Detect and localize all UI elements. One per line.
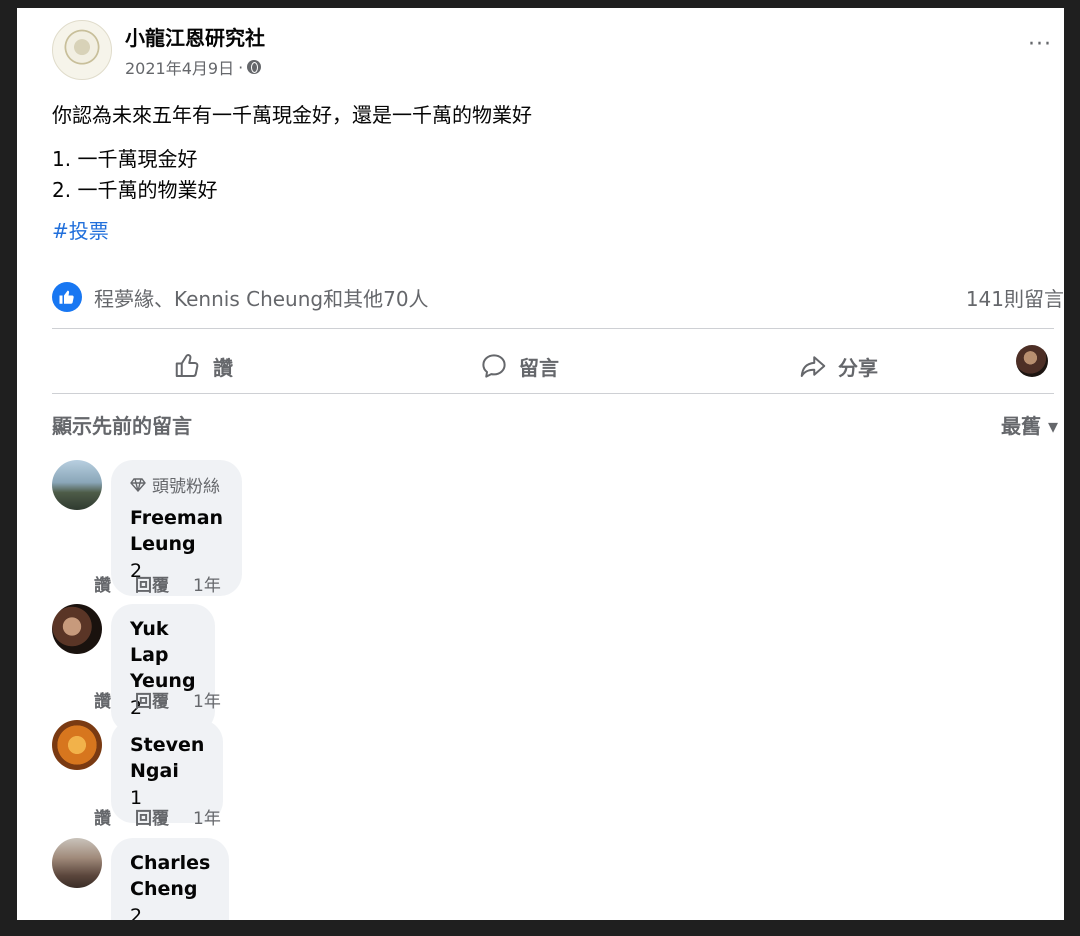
comment-like-link[interactable]: 讚 (94, 687, 111, 712)
comment-reply-link[interactable]: 回覆 (135, 571, 169, 596)
meta-separator: · (238, 57, 244, 77)
page-avatar[interactable] (52, 20, 112, 80)
post-meta: 2021年4月9日 · (125, 55, 262, 79)
comment-actions: 讚 回覆 1年 (94, 571, 221, 596)
share-label: 分享 (838, 355, 878, 380)
comment-like-link[interactable]: 讚 (94, 571, 111, 596)
comment-text: 2 (130, 905, 143, 920)
comment-time[interactable]: 1年 (193, 804, 221, 829)
comment-count[interactable]: 141則留言 (966, 283, 1064, 312)
comment-bubble: Yuk Lap Yeung 2 (111, 604, 215, 733)
divider (52, 393, 1054, 394)
post-body: 你認為未來五年有一千萬現金好，還是一千萬的物業好 (52, 103, 532, 127)
avatar[interactable] (52, 838, 102, 888)
like-reaction-icon (52, 282, 82, 312)
reaction-summary[interactable]: 程夢緣、Kennis Cheung和其他70人 (52, 282, 429, 312)
comment-actions: 讚 回覆 1年 (94, 804, 221, 829)
comment-reply-link[interactable]: 回覆 (135, 687, 169, 712)
commenter-name[interactable]: Yuk Lap Yeung (130, 616, 196, 694)
more-icon[interactable]: ··· (1028, 32, 1052, 57)
badge-label: 頭號粉絲 (152, 477, 220, 497)
post-date[interactable]: 2021年4月9日 (125, 55, 234, 79)
comment-icon (482, 354, 506, 378)
like-button[interactable]: 讚 (173, 344, 233, 388)
comment-like-link[interactable]: 讚 (94, 804, 111, 829)
comment-actions: 讚 回覆 1年 (94, 687, 221, 712)
avatar[interactable] (52, 460, 102, 510)
facebook-post-card: 小龍江恩研究社 2021年4月9日 · ··· 你認為未來五年有一千萬現金好，還… (17, 8, 1064, 920)
thumbs-up-icon (175, 354, 199, 377)
diamond-icon (130, 477, 146, 492)
poll-option-1: 1. 一千萬現金好 (52, 147, 198, 171)
divider (52, 328, 1054, 329)
commenter-name[interactable]: Freeman Leung (130, 505, 223, 557)
commenter-name[interactable]: Charles Cheng (130, 850, 210, 902)
hashtag-link[interactable]: #投票 (52, 215, 109, 244)
commenter-name[interactable]: Steven Ngai (130, 732, 204, 784)
bottom-frame (17, 920, 1064, 936)
comment-time[interactable]: 1年 (193, 571, 221, 596)
top-fan-badge[interactable]: 頭號粉絲 (130, 472, 223, 497)
globe-icon (247, 60, 262, 74)
comment-button[interactable]: 留言 (479, 344, 559, 388)
share-icon (800, 356, 826, 377)
share-button[interactable]: 分享 (798, 344, 878, 388)
avatar[interactable] (52, 604, 102, 654)
sort-dropdown[interactable]: 最舊 ▾ (1001, 410, 1058, 439)
avatar[interactable] (52, 720, 102, 770)
comment-time[interactable]: 1年 (193, 687, 221, 712)
poll-option-2: 2. 一千萬的物業好 (52, 178, 218, 202)
reaction-names[interactable]: 程夢緣、Kennis Cheung和其他70人 (94, 283, 429, 312)
comment-reply-link[interactable]: 回覆 (135, 804, 169, 829)
viewer-avatar[interactable] (1016, 345, 1048, 377)
comment-label: 留言 (519, 355, 559, 380)
page-name[interactable]: 小龍江恩研究社 (125, 22, 265, 51)
view-previous-comments[interactable]: 顯示先前的留言 (52, 410, 192, 439)
comment-bubble: Charles Cheng 2 (111, 838, 230, 920)
like-label: 讚 (213, 355, 233, 380)
